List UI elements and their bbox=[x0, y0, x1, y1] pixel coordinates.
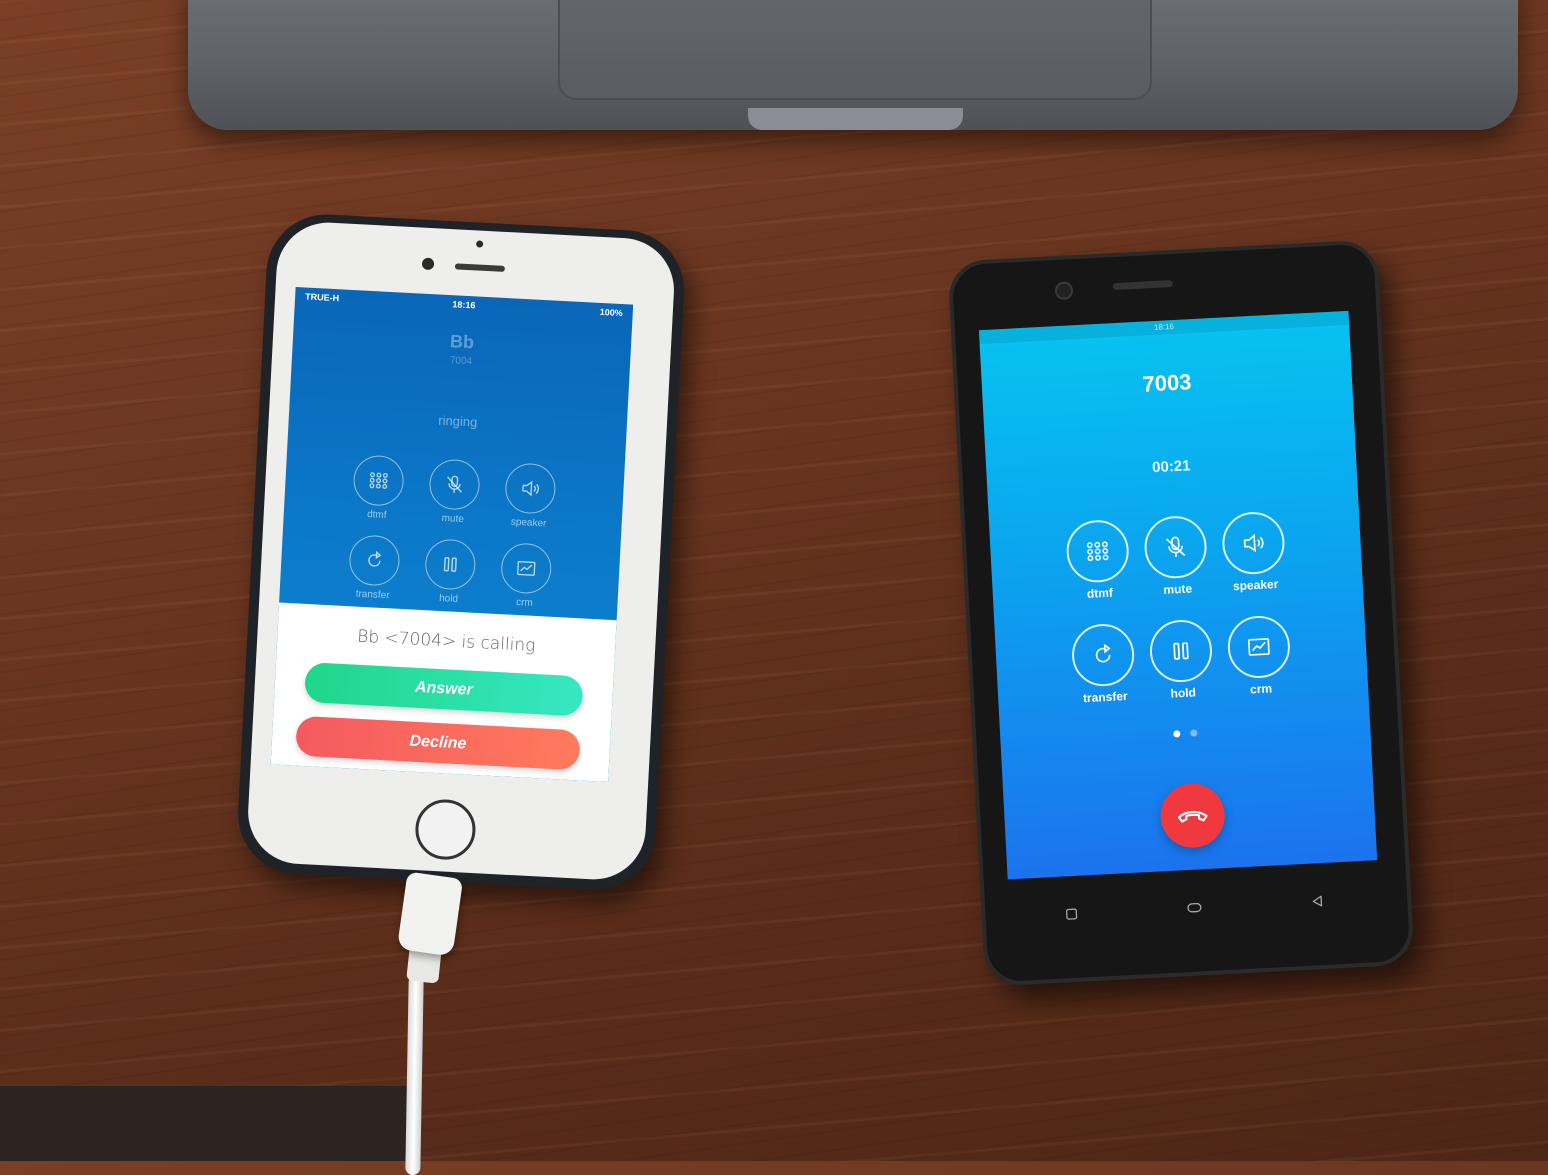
status-clock: 18:16 bbox=[452, 299, 476, 310]
speaker-button[interactable]: speaker bbox=[1219, 510, 1289, 593]
hold-button[interactable]: hold bbox=[1146, 618, 1216, 701]
dtmf-button[interactable]: dtmf bbox=[347, 454, 410, 522]
mute-label: mute bbox=[441, 513, 464, 525]
android-phone: 18:16 7003 00:21 dtmf mute speaker bbox=[947, 239, 1414, 987]
earpiece bbox=[1113, 280, 1173, 290]
earpiece bbox=[455, 263, 505, 272]
keypad-icon bbox=[1065, 519, 1130, 584]
battery-label: 100% bbox=[599, 307, 623, 318]
front-camera-icon bbox=[422, 258, 435, 271]
iphone-face: TRUE-H 18:16 100% Bb 7004 ringing dtmf bbox=[246, 220, 677, 882]
mic-icon bbox=[1143, 515, 1208, 580]
crm-label: crm bbox=[516, 597, 533, 609]
hangup-button[interactable] bbox=[1159, 782, 1226, 849]
front-camera-icon bbox=[1055, 281, 1074, 300]
recents-nav-icon[interactable] bbox=[1061, 904, 1082, 925]
page-indicator bbox=[1000, 720, 1370, 746]
ios-status-bar: TRUE-H 18:16 100% bbox=[295, 291, 633, 323]
carrier-label: TRUE-H bbox=[305, 292, 339, 304]
back-nav-icon[interactable] bbox=[1307, 891, 1328, 912]
dtmf-label: dtmf bbox=[1087, 586, 1114, 601]
crm-label: crm bbox=[1250, 681, 1273, 696]
hold-button[interactable]: hold bbox=[418, 538, 481, 606]
call-state: ringing bbox=[289, 405, 627, 438]
pause-icon bbox=[1148, 618, 1213, 683]
hold-label: hold bbox=[439, 593, 458, 605]
transfer-button[interactable]: transfer bbox=[1069, 622, 1139, 705]
page-dot-active bbox=[1173, 730, 1180, 737]
answer-button[interactable]: Answer bbox=[304, 662, 584, 716]
android-nav-bar bbox=[1009, 878, 1381, 937]
crm-button[interactable]: crm bbox=[494, 542, 557, 610]
mute-label: mute bbox=[1163, 581, 1192, 596]
controls-row-1: dtmf mute speaker bbox=[284, 451, 625, 534]
status-clock: 18:16 bbox=[1154, 322, 1174, 332]
call-number: 7003 bbox=[982, 361, 1353, 406]
laptop-notch bbox=[748, 108, 963, 130]
floor-shadow bbox=[0, 1086, 420, 1161]
home-button[interactable] bbox=[414, 798, 477, 861]
controls-row-2: transfer hold crm bbox=[279, 531, 620, 614]
decline-button[interactable]: Decline bbox=[295, 716, 581, 771]
mute-button[interactable]: mute bbox=[1141, 515, 1211, 598]
hold-label: hold bbox=[1170, 685, 1196, 700]
speaker-icon bbox=[504, 462, 557, 515]
crm-button[interactable]: crm bbox=[1224, 614, 1294, 697]
dtmf-label: dtmf bbox=[367, 509, 387, 521]
chart-icon bbox=[500, 542, 553, 595]
transfer-label: transfer bbox=[355, 589, 389, 602]
incoming-call-text: Bb <7004> is calling bbox=[277, 623, 616, 661]
android-screen: 18:16 7003 00:21 dtmf mute speaker bbox=[979, 311, 1377, 880]
laptop-trackpad bbox=[558, 0, 1152, 100]
transfer-button[interactable]: transfer bbox=[342, 534, 405, 602]
pause-icon bbox=[424, 538, 477, 591]
transfer-icon bbox=[348, 534, 401, 587]
speaker-label: speaker bbox=[511, 517, 547, 530]
call-timer: 00:21 bbox=[986, 449, 1356, 485]
incoming-call-sheet: Bb <7004> is calling Answer Decline bbox=[271, 603, 617, 782]
speaker-icon bbox=[1221, 511, 1286, 576]
chart-icon bbox=[1226, 614, 1291, 679]
iphone-screen: TRUE-H 18:16 100% Bb 7004 ringing dtmf bbox=[271, 287, 634, 782]
front-sensor bbox=[476, 240, 483, 247]
cable-plug bbox=[397, 871, 463, 956]
keypad-icon bbox=[352, 454, 405, 507]
page-dot bbox=[1190, 729, 1197, 736]
transfer-label: transfer bbox=[1083, 689, 1128, 705]
controls-row-1: dtmf mute speaker bbox=[989, 507, 1363, 606]
dtmf-button[interactable]: dtmf bbox=[1063, 519, 1133, 602]
controls-row-2: transfer hold crm bbox=[995, 610, 1369, 709]
transfer-icon bbox=[1071, 623, 1136, 688]
android-status-bar: 18:16 bbox=[979, 311, 1349, 344]
speaker-button[interactable]: speaker bbox=[498, 462, 561, 530]
iphone: TRUE-H 18:16 100% Bb 7004 ringing dtmf bbox=[235, 212, 687, 893]
phone-hangup-icon bbox=[1175, 798, 1211, 834]
mute-button[interactable]: mute bbox=[422, 458, 485, 526]
home-nav-icon[interactable] bbox=[1184, 897, 1205, 918]
speaker-label: speaker bbox=[1233, 577, 1279, 593]
laptop bbox=[188, 0, 1518, 130]
mic-icon bbox=[428, 458, 481, 511]
